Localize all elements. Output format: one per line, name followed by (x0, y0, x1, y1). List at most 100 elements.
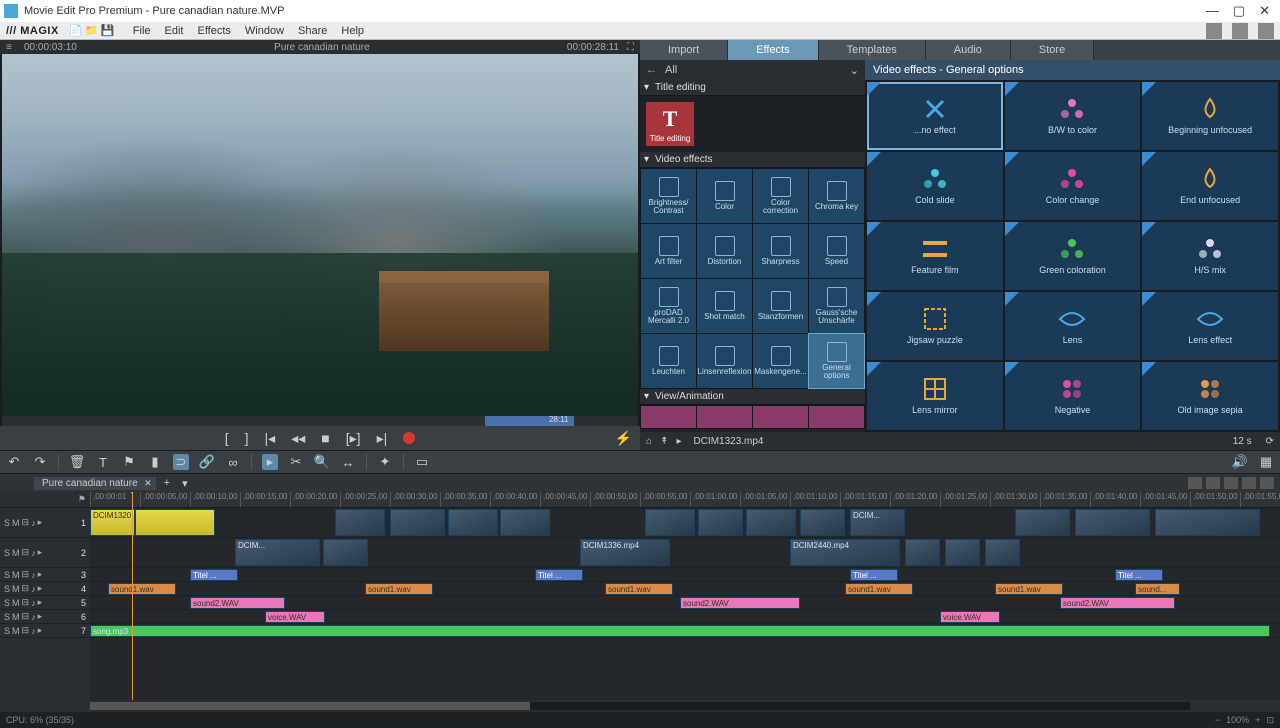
zoom-in-icon[interactable]: + (1255, 715, 1260, 725)
clip[interactable]: sound2.WAV (1060, 597, 1175, 609)
menu-file[interactable]: File (127, 25, 157, 37)
overview-icon[interactable]: ▭ (414, 454, 430, 470)
video-effect-tile[interactable]: Color (697, 169, 752, 223)
track-1[interactable]: DCIM1320.mp4 DCIM... (90, 508, 1280, 538)
clip[interactable] (1015, 509, 1070, 536)
preset-tile[interactable]: Negative (1005, 362, 1141, 430)
undo-icon[interactable]: ↶ (6, 454, 22, 470)
home-icon[interactable]: ⌂ (646, 436, 652, 447)
clip[interactable]: DCIM... (235, 539, 320, 566)
video-effect-tile[interactable]: Distortion (697, 224, 752, 278)
timeline-ruler[interactable]: ,00:00:01,00:00:05,00,00:00:10,00,00:00:… (90, 492, 1280, 508)
range-start-icon[interactable]: [ (225, 430, 229, 446)
view-storyboard-icon[interactable] (1188, 477, 1202, 489)
breadcrumb-label[interactable]: All (665, 64, 677, 76)
close-tab-icon[interactable]: ✕ (144, 478, 152, 489)
clip[interactable]: DCIM... (850, 509, 905, 536)
track-head-2[interactable]: SM⊟♪▸2 (0, 538, 90, 568)
preset-tile[interactable]: B/W to color (1005, 82, 1141, 150)
track-4[interactable]: sound1.wavsound1.wavsound1.wavsound1.wav… (90, 582, 1280, 596)
snap-icon[interactable]: ⊃ (173, 454, 189, 470)
menu-share[interactable]: Share (292, 25, 333, 37)
minimize-button[interactable]: — (1206, 3, 1219, 19)
clip[interactable] (698, 509, 743, 536)
preset-tile[interactable]: Cold slide (867, 152, 1003, 220)
clip[interactable]: sound2.WAV (680, 597, 800, 609)
preset-tile[interactable]: ...no effect (867, 82, 1003, 150)
video-effect-tile[interactable]: Color correction (753, 169, 808, 223)
clip[interactable] (800, 509, 845, 536)
clip[interactable] (135, 509, 215, 536)
video-effect-tile[interactable]: Stanzformen (753, 279, 808, 333)
preset-tile[interactable]: Color change (1005, 152, 1141, 220)
menu-edit[interactable]: Edit (159, 25, 190, 37)
go-start-icon[interactable]: |◂ (265, 430, 276, 447)
track-5[interactable]: sound2.WAV sound2.WAV sound2.WAV (90, 596, 1280, 610)
link-icon[interactable]: 🔗 (199, 454, 215, 470)
preset-tile[interactable]: Old image sepia (1142, 362, 1278, 430)
open-folder-icon[interactable]: 📁 (85, 24, 99, 38)
video-effect-tile[interactable]: Linsenreflexion (697, 334, 752, 388)
stretch-tool-icon[interactable]: ↔ (340, 454, 356, 470)
clip[interactable]: sound1.wav (365, 583, 433, 595)
marker-icon[interactable]: ⚑ (121, 454, 137, 470)
range-end-icon[interactable]: ] (245, 430, 249, 446)
menu-help[interactable]: Help (335, 25, 370, 37)
close-button[interactable]: ✕ (1259, 3, 1270, 19)
redo-icon[interactable]: ↷ (32, 454, 48, 470)
clip[interactable]: DCIM1320.mp4 (90, 509, 135, 536)
preset-tile[interactable]: Jigsaw puzzle (867, 292, 1003, 360)
timeline-hscroll[interactable] (0, 700, 1280, 712)
clip[interactable]: sound1.wav (605, 583, 673, 595)
category-view-animation[interactable]: ▾ View/Animation (640, 389, 865, 405)
up-icon[interactable]: ↟ (660, 436, 668, 447)
view-multicam-icon[interactable] (1242, 477, 1256, 489)
video-effect-tile[interactable]: Chroma key (809, 169, 864, 223)
clip[interactable]: Titel ... (535, 569, 583, 581)
zoom-out-icon[interactable]: − (1215, 715, 1220, 725)
clip[interactable]: sound... (1135, 583, 1180, 595)
video-effect-tile[interactable]: Sharpness (753, 224, 808, 278)
video-effect-tile[interactable]: Maskengene... (753, 334, 808, 388)
new-file-icon[interactable]: 📄 (69, 24, 83, 38)
stop-icon[interactable]: ■ (321, 430, 329, 446)
video-effect-tile[interactable]: Art filter (641, 224, 696, 278)
group-icon[interactable]: ∞ (225, 454, 241, 470)
video-effect-tile[interactable]: proDAD Mercalli 2.0 (641, 279, 696, 333)
clip[interactable]: voice.WAV (265, 611, 325, 623)
tab-templates[interactable]: Templates (819, 40, 926, 60)
clip[interactable]: song.mp3 (90, 625, 1270, 637)
title-editing-tile[interactable]: T Title editing (646, 102, 694, 146)
zoom-fit-icon[interactable]: ⊡ (1266, 715, 1274, 726)
timeline-tab[interactable]: Pure canadian nature ✕ (34, 477, 156, 490)
category-video-effects[interactable]: ▾ Video effects (640, 152, 865, 168)
track-head-1[interactable]: SM⊟♪▸1 (0, 508, 90, 538)
preview-expand-icon[interactable]: ⛶ (627, 42, 634, 53)
export-icon[interactable] (1258, 23, 1274, 39)
video-effect-tile[interactable]: Shot match (697, 279, 752, 333)
clip[interactable] (323, 539, 368, 566)
clip[interactable]: Titel ... (1115, 569, 1163, 581)
chevron-down-icon[interactable]: ⌄ (850, 64, 859, 77)
playhead[interactable] (132, 492, 133, 700)
clip[interactable]: sound2.WAV (190, 597, 285, 609)
clip[interactable] (500, 509, 550, 536)
volume-icon[interactable]: 🔊 (1232, 454, 1248, 470)
preset-tile[interactable]: Lens effect (1142, 292, 1278, 360)
clip[interactable] (985, 539, 1020, 566)
select-tool-icon[interactable]: ▸ (262, 454, 278, 470)
record-button[interactable] (403, 432, 415, 444)
track-3[interactable]: Titel ...Titel ...Titel ...Titel ... (90, 568, 1280, 582)
mixer-icon[interactable]: ▦ (1258, 454, 1274, 470)
clip[interactable]: sound1.wav (845, 583, 913, 595)
clip[interactable] (645, 509, 695, 536)
clip[interactable]: Titel ... (190, 569, 238, 581)
maximize-button[interactable]: ▢ (1233, 3, 1245, 19)
refresh-icon[interactable]: ⟳ (1266, 436, 1274, 447)
view-overview-icon[interactable] (1260, 477, 1274, 489)
preset-tile[interactable]: Green coloration (1005, 222, 1141, 290)
add-tab-icon[interactable]: + (160, 477, 174, 489)
prev-frame-icon[interactable]: ◂◂ (291, 430, 305, 447)
tab-audio[interactable]: Audio (926, 40, 1011, 60)
clip[interactable]: DCIM2440.mp4 (790, 539, 900, 566)
